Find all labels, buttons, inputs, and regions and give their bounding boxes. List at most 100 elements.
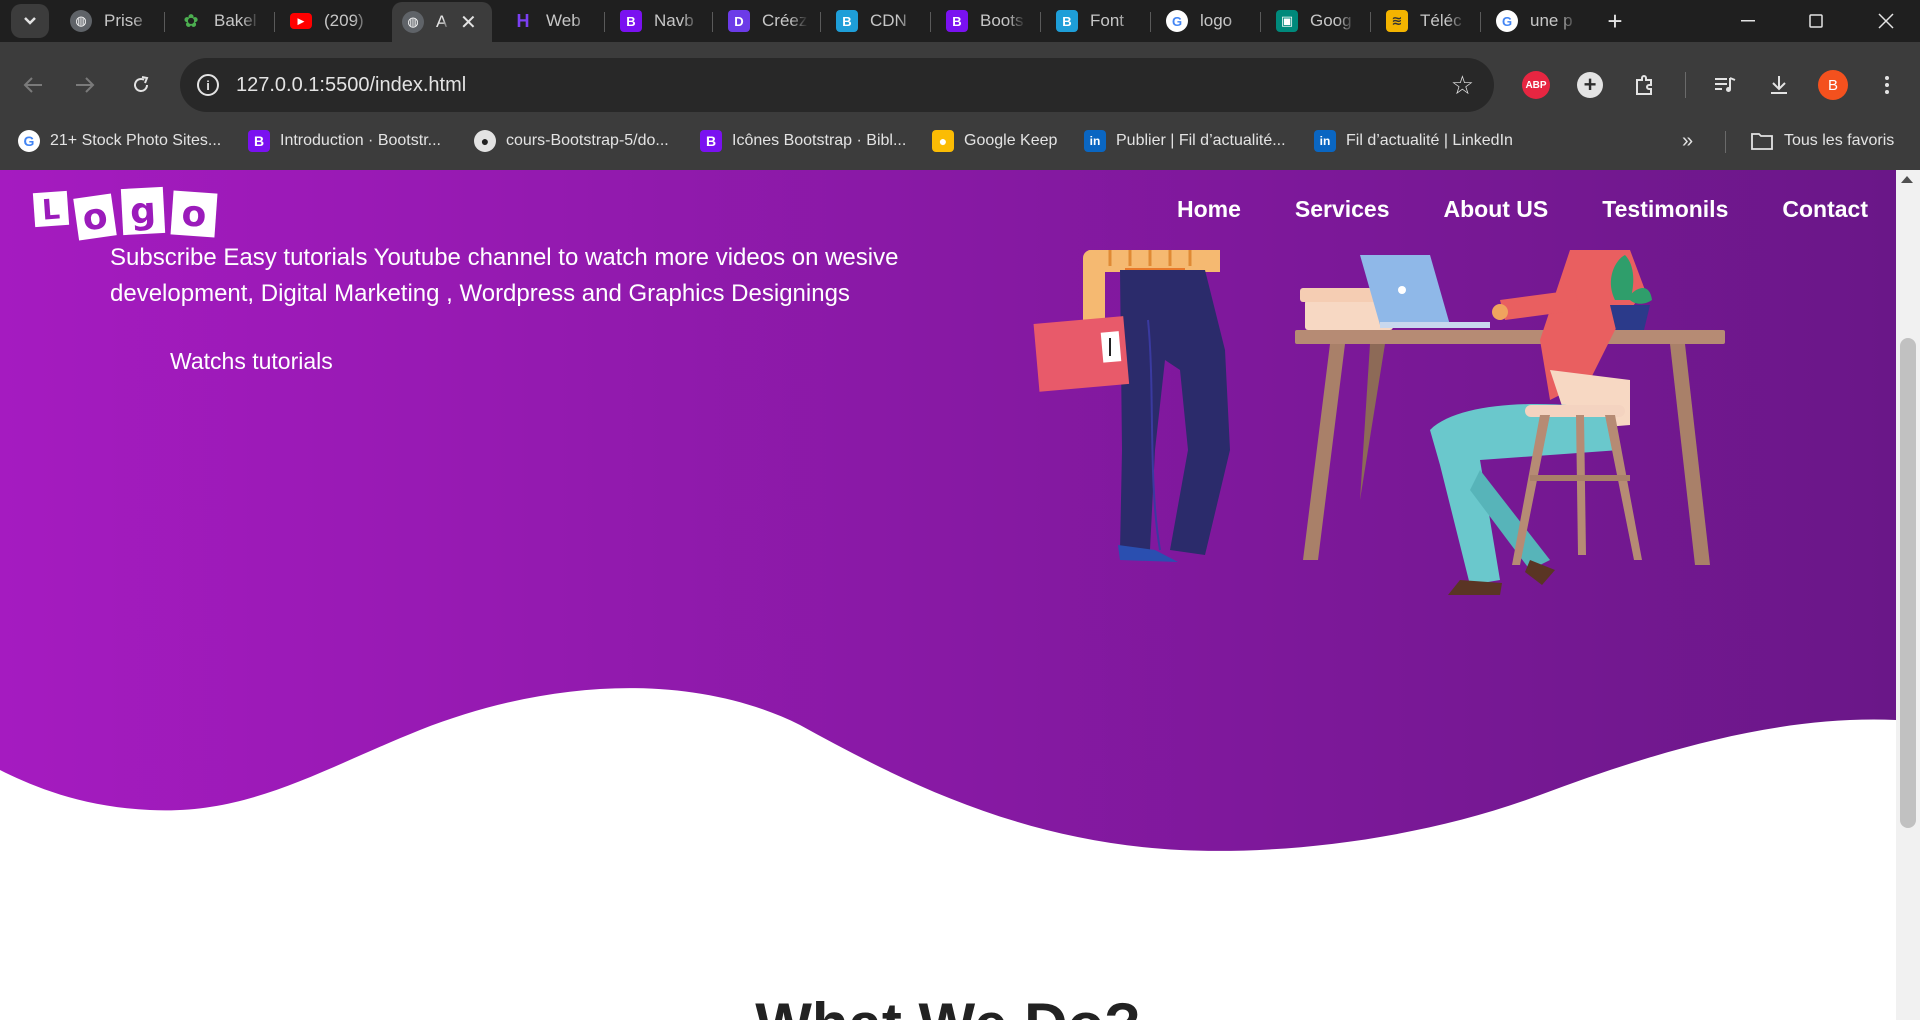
bookmark-item[interactable]: B Introduction · Bootstr...	[248, 127, 441, 155]
media-controls-icon[interactable]	[1710, 70, 1740, 100]
watch-tutorials-button[interactable]: Watchs tutorials	[170, 348, 333, 375]
h-icon: H	[516, 10, 530, 31]
nav-testimonials[interactable]: Testimonils	[1602, 196, 1728, 223]
arrow-right-icon	[76, 77, 95, 93]
google-icon: G	[1496, 10, 1518, 32]
logo-letter: o	[170, 190, 218, 238]
kebab-menu-icon[interactable]	[1872, 70, 1902, 100]
office-illustration	[1033, 250, 1725, 595]
linkedin-icon: in	[1314, 130, 1336, 152]
b-icon: B	[836, 10, 858, 32]
youtube-icon: ▶	[290, 13, 312, 29]
bookmark-label: Icônes Bootstrap · Bibl...	[732, 132, 907, 149]
bookmark-item[interactable]: G 21+ Stock Photo Sites...	[18, 127, 221, 155]
nav-contact[interactable]: Contact	[1782, 196, 1868, 223]
google-icon: G	[1166, 10, 1188, 32]
bootstrap-icon: B	[946, 10, 968, 32]
tab-title: CDN	[870, 11, 907, 30]
bookmark-item[interactable]: in Fil d’actualité | LinkedIn	[1314, 127, 1513, 155]
bookmark-star-icon[interactable]: ☆	[1451, 70, 1474, 101]
tab-2[interactable]: ✿ Bakel	[180, 0, 260, 42]
tab-search-button[interactable]	[11, 4, 49, 38]
tab-5[interactable]: H Web	[512, 0, 592, 42]
site-info-icon[interactable]: i	[197, 74, 219, 96]
globe-icon: ◍	[402, 11, 424, 33]
new-tab-button[interactable]: +	[1600, 6, 1630, 36]
logo-letter: g	[120, 186, 166, 236]
tab-14[interactable]: G une p	[1496, 0, 1586, 42]
tab-7[interactable]: D Créez	[728, 0, 808, 42]
bookmark-item[interactable]: ● cours-Bootstrap-5/do...	[474, 127, 669, 155]
tab-13[interactable]: ≋ Téléc	[1386, 0, 1466, 42]
tab-active[interactable]: ◍ A ✕	[392, 2, 492, 42]
bookmark-label: 21+ Stock Photo Sites...	[50, 132, 222, 149]
tab-3[interactable]: ▶ (209)	[290, 0, 380, 42]
bookmark-item[interactable]: in Publier | Fil d’actualité...	[1084, 127, 1286, 155]
tab-11[interactable]: G logo	[1166, 0, 1246, 42]
hero-description: Subscribe Easy tutorials Youtube channel…	[110, 244, 899, 307]
reload-button[interactable]	[124, 68, 158, 102]
bookmark-label: cours-Bootstrap-5/do...	[506, 132, 669, 149]
profile-avatar[interactable]: B	[1818, 70, 1848, 100]
close-icon[interactable]: ✕	[460, 10, 477, 35]
tab-title: Boots	[980, 11, 1024, 30]
github-icon: ●	[474, 130, 496, 152]
bookmark-label: Google Keep	[964, 132, 1058, 149]
more-bookmarks-button[interactable]: »	[1682, 127, 1693, 155]
close-icon	[1878, 13, 1894, 29]
folder-icon	[1751, 133, 1773, 150]
add-extension-icon[interactable]: +	[1577, 72, 1603, 98]
page-scrollbar[interactable]	[1896, 170, 1920, 1020]
bookmark-item[interactable]: ● Google Keep	[932, 127, 1057, 155]
url-text[interactable]: 127.0.0.1:5500/index.html	[236, 74, 466, 97]
site-logo[interactable]: L o g o	[32, 186, 218, 241]
tab-strip: ◍ Prise ✿ Bakel ▶ (209) ◍ A ✕ H Web B Na…	[0, 0, 1920, 42]
arrow-left-icon	[23, 77, 42, 93]
bookmark-label: Introduction · Bootstr...	[280, 132, 441, 149]
linkedin-icon: in	[1084, 130, 1106, 152]
download-icon[interactable]	[1764, 70, 1794, 100]
nav-home[interactable]: Home	[1177, 196, 1241, 223]
scrollbar-thumb[interactable]	[1900, 338, 1916, 828]
bootstrap-icon: B	[700, 130, 722, 152]
tab-title: Prise	[104, 11, 143, 30]
extensions-puzzle-icon[interactable]	[1630, 70, 1660, 100]
tab-title: Goog	[1310, 11, 1352, 30]
tab-title: logo	[1200, 11, 1233, 30]
globe-icon: ◍	[70, 10, 92, 32]
forward-button[interactable]	[68, 68, 102, 102]
close-window-button[interactable]	[1858, 0, 1914, 42]
tab-8[interactable]: B CDN	[836, 0, 916, 42]
bootstrap-icon: B	[620, 10, 642, 32]
maximize-icon	[1809, 14, 1823, 28]
layers-icon: ≋	[1386, 10, 1408, 32]
address-bar[interactable]: i 127.0.0.1:5500/index.html ☆	[180, 58, 1494, 112]
tab-title: Font	[1090, 11, 1125, 30]
tab-12[interactable]: ▣ Goog	[1276, 0, 1356, 42]
tab-title: Téléc	[1420, 11, 1462, 30]
tab-title: (209)	[324, 11, 364, 30]
google-icon: G	[18, 130, 40, 152]
all-bookmarks-folder[interactable]: Tous les favoris	[1750, 127, 1894, 155]
tab-9[interactable]: B Boots	[946, 0, 1026, 42]
minimize-button[interactable]	[1720, 0, 1776, 42]
bookmark-label: Fil d’actualité | LinkedIn	[1346, 132, 1513, 149]
maximize-button[interactable]	[1788, 0, 1844, 42]
nav-services[interactable]: Services	[1295, 196, 1390, 223]
b-icon: B	[1056, 10, 1078, 32]
meet-icon: ▣	[1276, 10, 1298, 32]
adblock-plus-icon[interactable]: ABP	[1522, 71, 1550, 99]
tab-title: A	[436, 12, 448, 31]
tab-1[interactable]: ◍ Prise	[70, 0, 160, 42]
tab-10[interactable]: B Font	[1056, 0, 1136, 42]
nav-about-us[interactable]: About US	[1444, 196, 1549, 223]
bookmark-item[interactable]: B Icônes Bootstrap · Bibl...	[700, 127, 906, 155]
scroll-up-arrow-icon[interactable]	[1901, 176, 1913, 183]
section-title: What We Do?	[0, 990, 1896, 1020]
tab-6[interactable]: B Navb	[620, 0, 700, 42]
bookmark-label: Publier | Fil d’actualité...	[1116, 132, 1286, 149]
back-button[interactable]	[16, 68, 50, 102]
logo-letter: L	[32, 190, 70, 228]
logo-letter: o	[73, 193, 117, 241]
double-chevron-right-icon: »	[1682, 129, 1694, 152]
